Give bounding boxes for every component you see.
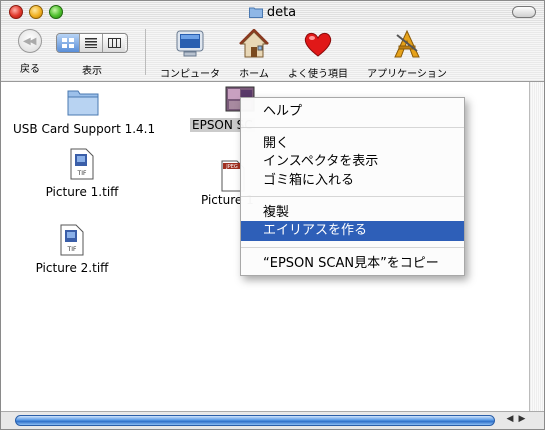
heart-icon xyxy=(304,32,332,57)
menu-separator xyxy=(241,127,464,128)
window-title-text: deta xyxy=(266,5,297,20)
menu-item-show-inspector[interactable]: インスペクタを表示 xyxy=(241,152,464,172)
horizontal-scrollbar[interactable]: ◀ ▶ xyxy=(1,411,544,429)
computer-icon xyxy=(176,30,204,57)
back-label: 戻る xyxy=(20,64,40,75)
resize-handle[interactable] xyxy=(529,412,544,429)
tiff-file-icon: TIF xyxy=(70,148,94,180)
home-button[interactable]: ホーム xyxy=(234,28,274,80)
file-name: USB Card Support 1.4.1 xyxy=(13,122,156,136)
finder-window: deta ◀◀ 戻る 表示 コンピュータ ホーム よく使う項目 アプリケーション… xyxy=(0,0,545,430)
favorites-button[interactable]: よく使う項目 xyxy=(284,29,352,80)
toolbar-separator xyxy=(145,29,146,75)
list-view-button[interactable] xyxy=(79,34,102,52)
menu-item-move-to-trash[interactable]: ゴミ箱に入れる xyxy=(241,171,464,191)
toolbar-toggle-button[interactable] xyxy=(512,6,536,18)
back-arrow-icon: ◀◀ xyxy=(18,29,42,53)
icon-view-icon xyxy=(62,38,74,48)
column-view-button[interactable] xyxy=(102,34,125,52)
home-label: ホーム xyxy=(239,69,269,80)
toolbar: ◀◀ 戻る 表示 コンピュータ ホーム よく使う項目 アプリケーション xyxy=(1,25,544,82)
applications-label: アプリケーション xyxy=(367,69,447,80)
file-name: Picture 1 xyxy=(201,193,254,207)
file-item[interactable]: JPEG Picture 1 xyxy=(201,160,254,207)
title-bar[interactable]: deta xyxy=(1,1,544,26)
menu-item-copy[interactable]: “EPSON SCAN見本”をコピー xyxy=(241,254,464,274)
list-view-icon xyxy=(85,38,97,48)
column-view-icon xyxy=(107,38,121,48)
menu-separator xyxy=(241,196,464,197)
svg-text:TIF: TIF xyxy=(77,170,87,177)
file-item[interactable]: TIF Picture 1.tiff xyxy=(37,148,127,199)
tiff-file-icon: TIF xyxy=(60,224,84,256)
view-label: 表示 xyxy=(82,66,102,77)
file-name: Picture 1.tiff xyxy=(45,185,119,199)
file-item[interactable]: TIF Picture 2.tiff xyxy=(27,224,117,275)
scroll-thumb[interactable] xyxy=(15,415,495,426)
back-button[interactable]: ◀◀ 戻る xyxy=(14,29,46,75)
computer-button[interactable]: コンピュータ xyxy=(157,29,223,80)
computer-label: コンピュータ xyxy=(160,69,220,80)
scroll-left-arrow-icon[interactable]: ◀ xyxy=(504,414,516,424)
svg-text:JPEG: JPEG xyxy=(225,164,238,170)
scroll-arrows: ◀ ▶ xyxy=(504,414,528,424)
menu-item-help[interactable]: ヘルプ xyxy=(241,102,464,122)
menu-item-open[interactable]: 開く xyxy=(241,134,464,154)
favorites-label: よく使う項目 xyxy=(288,69,348,80)
context-menu: ヘルプ 開く インスペクタを表示 ゴミ箱に入れる 複製 エイリアスを作る “EP… xyxy=(240,97,465,276)
home-icon xyxy=(239,28,269,58)
file-item[interactable]: USB Card Support 1.4.1 xyxy=(13,85,156,136)
file-name: Picture 2.tiff xyxy=(35,261,109,275)
scroll-right-arrow-icon[interactable]: ▶ xyxy=(516,414,528,424)
svg-text:TIF: TIF xyxy=(67,246,77,253)
view-control[interactable]: 表示 xyxy=(56,29,128,77)
vertical-scrollbar[interactable] xyxy=(529,82,544,412)
applications-button[interactable]: アプリケーション xyxy=(362,29,452,80)
menu-item-make-alias[interactable]: エイリアスを作る xyxy=(241,221,464,241)
icon-view-button[interactable] xyxy=(57,34,79,52)
applications-icon xyxy=(394,29,420,58)
menu-item-duplicate[interactable]: 複製 xyxy=(241,203,464,223)
folder-icon xyxy=(248,7,263,18)
folder-icon xyxy=(67,90,99,116)
window-title: deta xyxy=(1,5,544,20)
menu-separator xyxy=(241,247,464,248)
